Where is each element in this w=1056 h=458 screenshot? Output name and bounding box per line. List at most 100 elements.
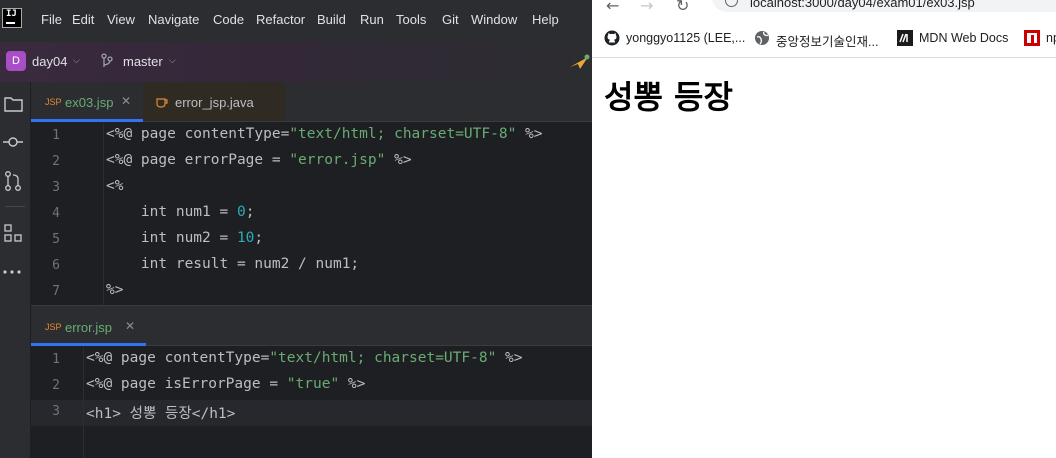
- project-name[interactable]: day04: [32, 54, 67, 69]
- intellij-logo-icon[interactable]: IJ: [2, 8, 22, 28]
- toolbar-divider: [5, 206, 25, 207]
- top-gutter: 1 2 3 4 5 6 7: [31, 123, 83, 305]
- git-branch-name[interactable]: master: [123, 54, 163, 69]
- pull-request-icon[interactable]: [1, 169, 25, 193]
- code-line[interactable]: %>: [106, 282, 123, 298]
- code-token: ;: [245, 204, 255, 220]
- gutter-divider: [103, 123, 104, 305]
- line-number: 4: [52, 206, 60, 221]
- menu-item-view[interactable]: View: [107, 12, 135, 27]
- chevron-down-icon[interactable]: ⌵: [73, 56, 80, 66]
- forward-arrow-icon[interactable]: →: [640, 0, 653, 15]
- active-tab-indicator: [31, 343, 146, 346]
- menu-item-window[interactable]: Window: [471, 12, 517, 27]
- code-token: %>: [385, 152, 412, 168]
- top-editor-tabbar: JSP ex03.jsp ✕ error_jsp.java: [31, 82, 592, 122]
- code-line[interactable]: int result = num2 / num1;: [106, 256, 359, 272]
- active-tab-indicator: [31, 119, 143, 122]
- number-literal: 0: [236, 204, 246, 220]
- browser-toolbar: ← → ↻ localhost:3000/day04/exam01/ex03.j…: [592, 0, 1056, 22]
- page-heading: 성뽕 등장: [604, 78, 733, 116]
- code-line[interactable]: <%@ page contentType="text/html; charset…: [106, 126, 543, 142]
- code-token: <%@ page contentType=: [106, 126, 290, 142]
- line-number: 7: [52, 284, 60, 299]
- bookmark-github[interactable]: yonggyo1125 (LEE,...: [626, 31, 745, 45]
- code-token: int num1 =: [106, 204, 237, 220]
- line-number: 3: [52, 404, 60, 419]
- code-line[interactable]: <h1> 성뽕 등장</h1>: [86, 402, 235, 423]
- line-number: 5: [52, 232, 60, 247]
- bookmark-jungang[interactable]: 중앙정보기술인재...: [776, 31, 878, 50]
- line-number: 1: [52, 352, 60, 367]
- code-token: <%@ page errorPage =: [106, 152, 290, 168]
- code-line[interactable]: <%@ page contentType="text/html; charset…: [86, 350, 523, 366]
- git-branch-icon[interactable]: [100, 53, 114, 73]
- url-text[interactable]: localhost:3000/day04/exam01/ex03.jsp: [750, 0, 975, 10]
- ide-window: IJ File Edit View Navigate Code Refactor Build…: [0, 0, 592, 458]
- code-token: <%@ page contentType=: [86, 350, 270, 366]
- folder-icon[interactable]: [2, 92, 26, 116]
- string-literal: "true": [286, 376, 340, 392]
- project-badge[interactable]: D: [6, 51, 26, 71]
- chevron-down-icon[interactable]: ⌵: [169, 56, 176, 66]
- code-token: %>: [496, 350, 523, 366]
- code-line[interactable]: int num2 = 10;: [106, 230, 263, 246]
- code-line[interactable]: <%@ page isErrorPage = "true" %>: [86, 376, 365, 392]
- code-token: %>: [516, 126, 543, 142]
- npm-icon: [1024, 30, 1040, 46]
- project-toolbar: [0, 42, 592, 82]
- commit-icon[interactable]: [1, 130, 25, 154]
- more-icon[interactable]: [0, 260, 24, 284]
- close-icon[interactable]: ✕: [121, 94, 131, 108]
- menu-item-build[interactable]: Build: [317, 12, 346, 27]
- menu-item-help[interactable]: Help: [532, 12, 559, 27]
- tab-ex03-jsp[interactable]: JSP ex03.jsp ✕: [31, 82, 143, 122]
- bottom-editor-tabbar: JSP error.jsp ✕: [31, 306, 592, 346]
- java-cup-icon: [156, 98, 168, 108]
- code-line[interactable]: <%: [106, 178, 123, 194]
- code-token: <%: [106, 178, 124, 194]
- menu-item-code[interactable]: Code: [213, 12, 244, 27]
- code-line[interactable]: <%@ page errorPage = "error.jsp" %>: [106, 152, 412, 168]
- code-token: %>: [339, 376, 366, 392]
- browser-window: ← → ↻ localhost:3000/day04/exam01/ex03.j…: [592, 0, 1056, 458]
- tab-label: error.jsp: [65, 320, 112, 335]
- bookmark-mdn[interactable]: MDN Web Docs: [919, 31, 1008, 45]
- jsp-file-icon: JSP: [45, 322, 62, 332]
- back-arrow-icon[interactable]: ←: [606, 0, 619, 15]
- menu-item-refactor[interactable]: Refactor: [256, 12, 305, 27]
- structure-icon[interactable]: [1, 221, 25, 245]
- number-literal: 10: [236, 230, 255, 246]
- code-line[interactable]: int num1 = 0;: [106, 204, 255, 220]
- menu-item-edit[interactable]: Edit: [72, 12, 94, 27]
- menu-item-navigate[interactable]: Navigate: [148, 12, 199, 27]
- string-literal: "text/html; charset=UTF-8": [289, 126, 517, 142]
- line-number: 2: [52, 378, 60, 393]
- tab-label: error_jsp.java: [175, 95, 254, 110]
- line-number: 2: [52, 154, 60, 169]
- gutter-divider: [83, 347, 84, 458]
- code-token: int num2 =: [106, 230, 237, 246]
- code-token: <%@ page isErrorPage =: [86, 376, 287, 392]
- string-literal: "error.jsp": [289, 152, 386, 168]
- menu-item-git[interactable]: Git: [442, 12, 459, 27]
- tab-error-jsp-java[interactable]: error_jsp.java: [143, 82, 285, 121]
- ide-menu-bar: IJ File Edit View Navigate Code Refactor Build…: [0, 0, 592, 42]
- code-token: ;: [254, 230, 264, 246]
- paper-plane-icon[interactable]: [568, 53, 590, 75]
- bookmark-npm[interactable]: np: [1046, 31, 1056, 45]
- mdn-icon: [897, 30, 913, 46]
- tab-label: ex03.jsp: [65, 95, 114, 110]
- bottom-gutter: 1 2 3: [31, 347, 83, 458]
- tab-error-jsp[interactable]: JSP error.jsp ✕: [31, 306, 146, 346]
- close-icon[interactable]: ✕: [125, 319, 135, 333]
- line-number: 6: [52, 258, 60, 273]
- code-token: <h1> 성뽕 등장</h1>: [86, 406, 236, 422]
- line-number: 3: [52, 180, 60, 195]
- menu-item-file[interactable]: File: [41, 12, 62, 27]
- string-literal: "text/html; charset=UTF-8": [269, 350, 497, 366]
- reload-icon[interactable]: ↻: [676, 0, 689, 15]
- menu-item-run[interactable]: Run: [360, 12, 384, 27]
- menu-item-tools[interactable]: Tools: [396, 12, 426, 27]
- code-token: int result = num2 / num1;: [106, 256, 360, 272]
